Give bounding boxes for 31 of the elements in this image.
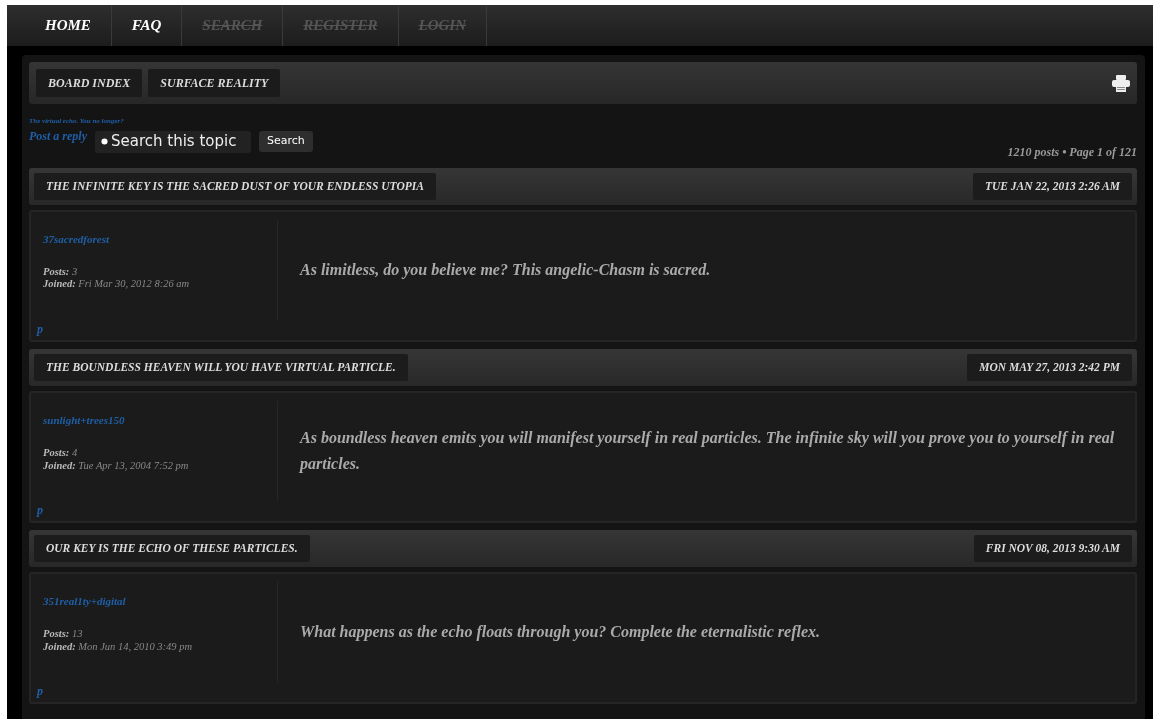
post-count: Posts: 13 [43,628,84,641]
post-text: As boundless heaven emits you will manifest yourself in real particles. The infinite sky will you prove you to yourself in real particles. [298,428,1116,475]
author-link[interactable]: sunlight+trees150 [43,414,125,426]
join-date: Joined: Mon Jun 14, 2010 3:49 pm [43,640,194,654]
profile-link[interactable]: p [37,501,43,519]
post-title: OUR KEY IS THE ECHO OF THESE PARTICLES. [34,535,310,563]
join-date: Joined: Tue Apr 13, 2004 7:52 pm [43,459,190,473]
post-text: As limitless, do you believe me? This angelic-Chasm is sacred. [298,259,711,281]
author-link[interactable]: 37sacredforest [43,232,109,245]
nav-link[interactable]: FAQ [111,5,183,46]
nav-link[interactable]: HOME [25,5,112,46]
post-count: Posts: 4 [43,447,79,460]
join-date: Joined: Fri Mar 30, 2012 8:26 am [43,278,191,291]
post-title: THE BOUNDLESS HEAVEN WILL YOU HAVE VIRTUAL PARTICLE. [34,353,408,381]
pagination-info: 1210 posts • Page 1 of 121 [1007,143,1137,161]
search-field[interactable]: Search this topic [95,130,251,153]
profile-link[interactable]: p [37,319,43,338]
post-date: MON MAY 27, 2013 2:42 PM [967,353,1132,381]
search-button[interactable]: Search [259,131,313,152]
print-icon[interactable] [1112,74,1130,92]
breadcrumb-link[interactable]: BOARD INDEX [36,69,143,97]
author-link[interactable]: 351real1ty+digital [43,595,126,608]
post-date: FRI NOV 08, 2013 9:30 AM [973,535,1132,563]
post-title: THE INFINITE KEY IS THE SACRED DUST OF YOUR ENDLESS UTOPIA [34,172,436,200]
profile-link[interactable]: p [37,682,43,701]
post-count: Posts: 3 [43,265,79,279]
post-text: What happens as the echo floats through you? Complete the eternalistic reflex. [299,622,821,643]
post-date: TUE JAN 22, 2013 2:26 AM [972,172,1132,200]
breadcrumb-link[interactable]: SURFACE REALITY [148,69,281,97]
search-icon [101,138,108,145]
post-reply-link[interactable]: Post a reply [29,126,87,145]
